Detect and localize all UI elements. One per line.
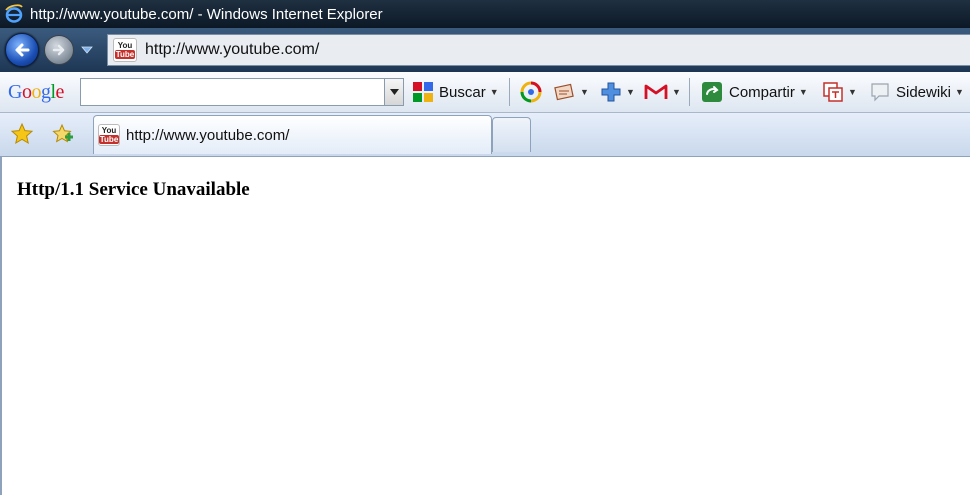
chevron-down-icon: ▼	[798, 87, 808, 97]
window-title-bar: http://www.youtube.com/ - Windows Intern…	[0, 0, 970, 28]
autofill-icon	[554, 83, 574, 101]
toolbar-separator	[689, 78, 690, 106]
youtube-favicon-icon: You Tube	[113, 38, 137, 62]
chevron-down-icon: ▼	[626, 87, 635, 97]
error-message: Http/1.1 Service Unavailable	[17, 179, 250, 200]
internet-explorer-icon	[4, 4, 24, 24]
address-url[interactable]: http://www.youtube.com/	[145, 41, 319, 59]
google-toolbar: Google Buscar ▼ ▼ ▼ ▼ Compartir ▼ ▼ Side…	[0, 72, 970, 113]
forward-button[interactable]	[44, 35, 74, 65]
search-history-dropdown[interactable]	[384, 79, 403, 105]
chevron-down-icon: ▼	[489, 87, 499, 97]
gmail-icon	[644, 84, 668, 99]
chevron-down-icon: ▼	[955, 87, 964, 97]
add-button[interactable]: ▼	[600, 72, 635, 112]
google-logo[interactable]: Google	[8, 81, 64, 104]
chevron-down-icon: ▼	[580, 87, 589, 97]
picasa-button[interactable]	[520, 72, 542, 112]
share-icon	[702, 82, 722, 102]
chevron-down-icon: ▼	[672, 87, 681, 97]
address-bar[interactable]: You Tube http://www.youtube.com/	[107, 34, 970, 66]
recent-pages-dropdown[interactable]	[80, 45, 94, 55]
buscar-label: Buscar	[439, 83, 486, 101]
youtube-favicon-icon: You Tube	[98, 124, 120, 146]
back-button[interactable]	[5, 33, 39, 67]
gmail-button[interactable]: ▼	[644, 72, 681, 112]
add-to-favorites-icon[interactable]	[50, 122, 74, 150]
chevron-down-icon: ▼	[848, 87, 857, 97]
navigation-bar: You Tube http://www.youtube.com/	[0, 28, 970, 72]
chevron-down-icon	[81, 46, 93, 54]
google-g-icon	[413, 82, 433, 102]
buscar-button[interactable]: Buscar ▼	[413, 72, 499, 112]
chevron-down-icon	[389, 89, 399, 95]
compartir-button[interactable]: Compartir ▼	[701, 72, 808, 112]
tab-bar: You Tube http://www.youtube.com/	[0, 113, 970, 157]
new-tab-button[interactable]	[492, 117, 531, 152]
back-arrow-icon	[15, 43, 30, 57]
sidewiki-label: Sidewiki	[896, 83, 952, 101]
page-content: Http/1.1 Service Unavailable	[0, 157, 970, 495]
favorites-star-icon[interactable]	[10, 122, 34, 150]
forward-arrow-icon	[52, 44, 65, 56]
tab-label: http://www.youtube.com/	[126, 126, 290, 144]
google-search-input[interactable]	[80, 78, 404, 106]
picasa-icon	[520, 81, 542, 103]
translate-button[interactable]: ▼	[822, 72, 857, 112]
sidewiki-button[interactable]: Sidewiki ▼	[870, 72, 964, 112]
translate-icon	[823, 82, 843, 102]
window-title: http://www.youtube.com/ - Windows Intern…	[30, 5, 383, 23]
autofill-button[interactable]: ▼	[554, 72, 589, 112]
toolbar-separator	[509, 78, 510, 106]
plus-icon	[601, 82, 621, 102]
compartir-label: Compartir	[729, 83, 795, 101]
tab-youtube[interactable]: You Tube http://www.youtube.com/	[93, 115, 492, 154]
sidewiki-speech-icon	[871, 83, 889, 102]
